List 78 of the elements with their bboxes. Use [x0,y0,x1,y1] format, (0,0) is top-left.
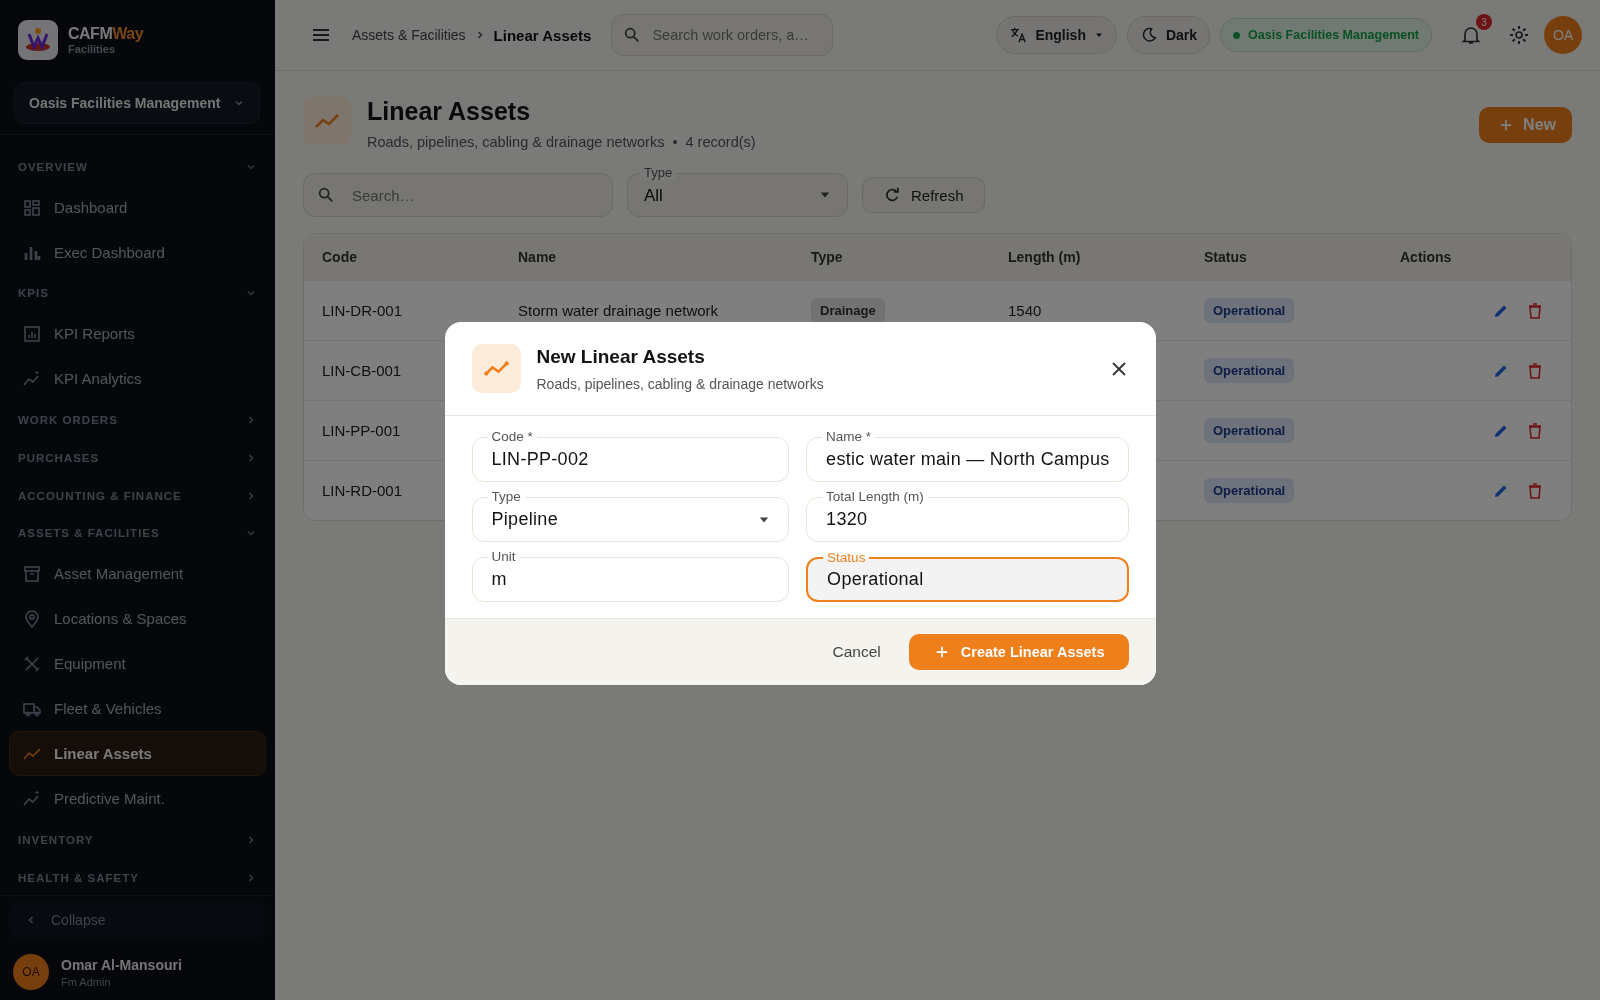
status-dot [1233,31,1241,39]
grid-icon [22,197,42,218]
nav-item[interactable]: Equipment [9,641,266,686]
table-cell: LIN-DR-001 [322,302,403,319]
breadcrumb-link[interactable]: Assets & Facilities [352,27,466,43]
report-icon [22,323,42,344]
logo-icon [18,20,58,60]
page-subtitle: Roads, pipelines, cabling & drainage networks [367,134,665,150]
bell-icon[interactable] [1460,24,1482,46]
search-icon [623,26,642,44]
column-header: Code [322,249,358,265]
collapse-button[interactable]: Collapse [9,902,265,938]
status-badge: Operational [1204,358,1295,383]
nav-item[interactable]: Locations & Spaces [9,596,266,641]
status-badge: Operational [1204,418,1295,443]
nav-section-header[interactable]: PURCHASES [9,439,266,477]
column-header: Name [518,249,558,265]
column-header: Length (m) [1008,249,1082,265]
column-header: Type [811,249,844,265]
new-button[interactable]: New [1479,107,1572,143]
nav-item[interactable]: KPI Analytics [9,356,266,401]
table-cell: 1540 [1008,302,1042,319]
nav-item[interactable]: Exec Dashboard [9,230,266,275]
search-icon [317,186,335,204]
separator-dot: • [672,134,678,150]
create-button[interactable]: Create Linear Assets [908,634,1129,670]
dialog-subtitle: Roads, pipelines, cabling & drainage networks [536,375,825,392]
nav-section-header[interactable]: INVENTORY [9,821,266,859]
settings-icon[interactable] [1508,24,1530,46]
plus-icon [1499,118,1514,132]
status-badge: Operational [1204,478,1295,503]
nav-section-header[interactable]: KPIS [9,275,266,311]
table-cell: LIN-PP-001 [322,422,401,439]
nav-item[interactable]: Linear Assets [9,731,266,776]
cancel-button[interactable]: Cancel [832,643,881,661]
plus-icon [934,645,949,659]
brand-name: CAFMWay [68,25,144,43]
search-field[interactable]: Search… [303,173,613,217]
notification-count: 3 [1476,14,1492,30]
nav-section-header[interactable]: WORK ORDERS [9,401,266,439]
user-avatar: OA [13,954,49,990]
theme-toggle[interactable]: Dark [1126,16,1211,54]
nav-section-header[interactable]: OVERVIEW [9,149,266,185]
status-badge: Operational [1204,298,1295,323]
pin-icon [22,608,42,629]
tools-icon [22,653,42,674]
refresh-button[interactable]: Refresh [862,177,985,213]
user-role: Fm Admin [61,975,112,988]
breadcrumb-current: Linear Assets [493,26,592,44]
brand-subtitle: Facilities [68,43,117,55]
table-cell: Storm water drainage network [518,302,719,319]
trend-icon [471,344,521,393]
record-count: 4 record(s) [685,134,756,150]
page-title: Linear Assets [367,97,532,126]
user-avatar[interactable]: OA [1544,16,1582,54]
column-header: Status [1204,249,1248,265]
organization-select[interactable]: Oasis Facilities Management [14,82,260,124]
nav-item[interactable]: Asset Management [9,551,266,596]
column-header: Actions [1400,249,1453,265]
table-cell: LIN-RD-001 [322,482,403,499]
search-field[interactable]: Search work orders, a… [611,14,834,56]
nav-item[interactable]: Predictive Maint. [9,776,266,821]
language-select[interactable]: English [996,16,1117,54]
refresh-icon [883,186,901,204]
trend-icon [303,97,351,145]
nav-section-header[interactable]: HEALTH & SAFETY [9,859,266,895]
nav-section-header[interactable]: ACCOUNTING & FINANCE [9,477,266,515]
table-cell: LIN-CB-001 [322,362,402,379]
nav-section-header[interactable]: ASSETS & FACILITIES [9,515,266,551]
nav-item[interactable]: Fleet & Vehicles [9,686,266,731]
organization-badge: Oasis Facilities Management [1220,18,1432,52]
nav-item[interactable]: Dashboard [9,185,266,230]
user-name: Omar Al-Mansouri [61,956,182,973]
nav-item[interactable]: KPI Reports [9,311,266,356]
dialog-title: New Linear Assets [536,345,706,368]
archive-icon [22,563,42,584]
type-tag: Drainage [811,298,885,323]
translate-icon [1009,26,1028,44]
